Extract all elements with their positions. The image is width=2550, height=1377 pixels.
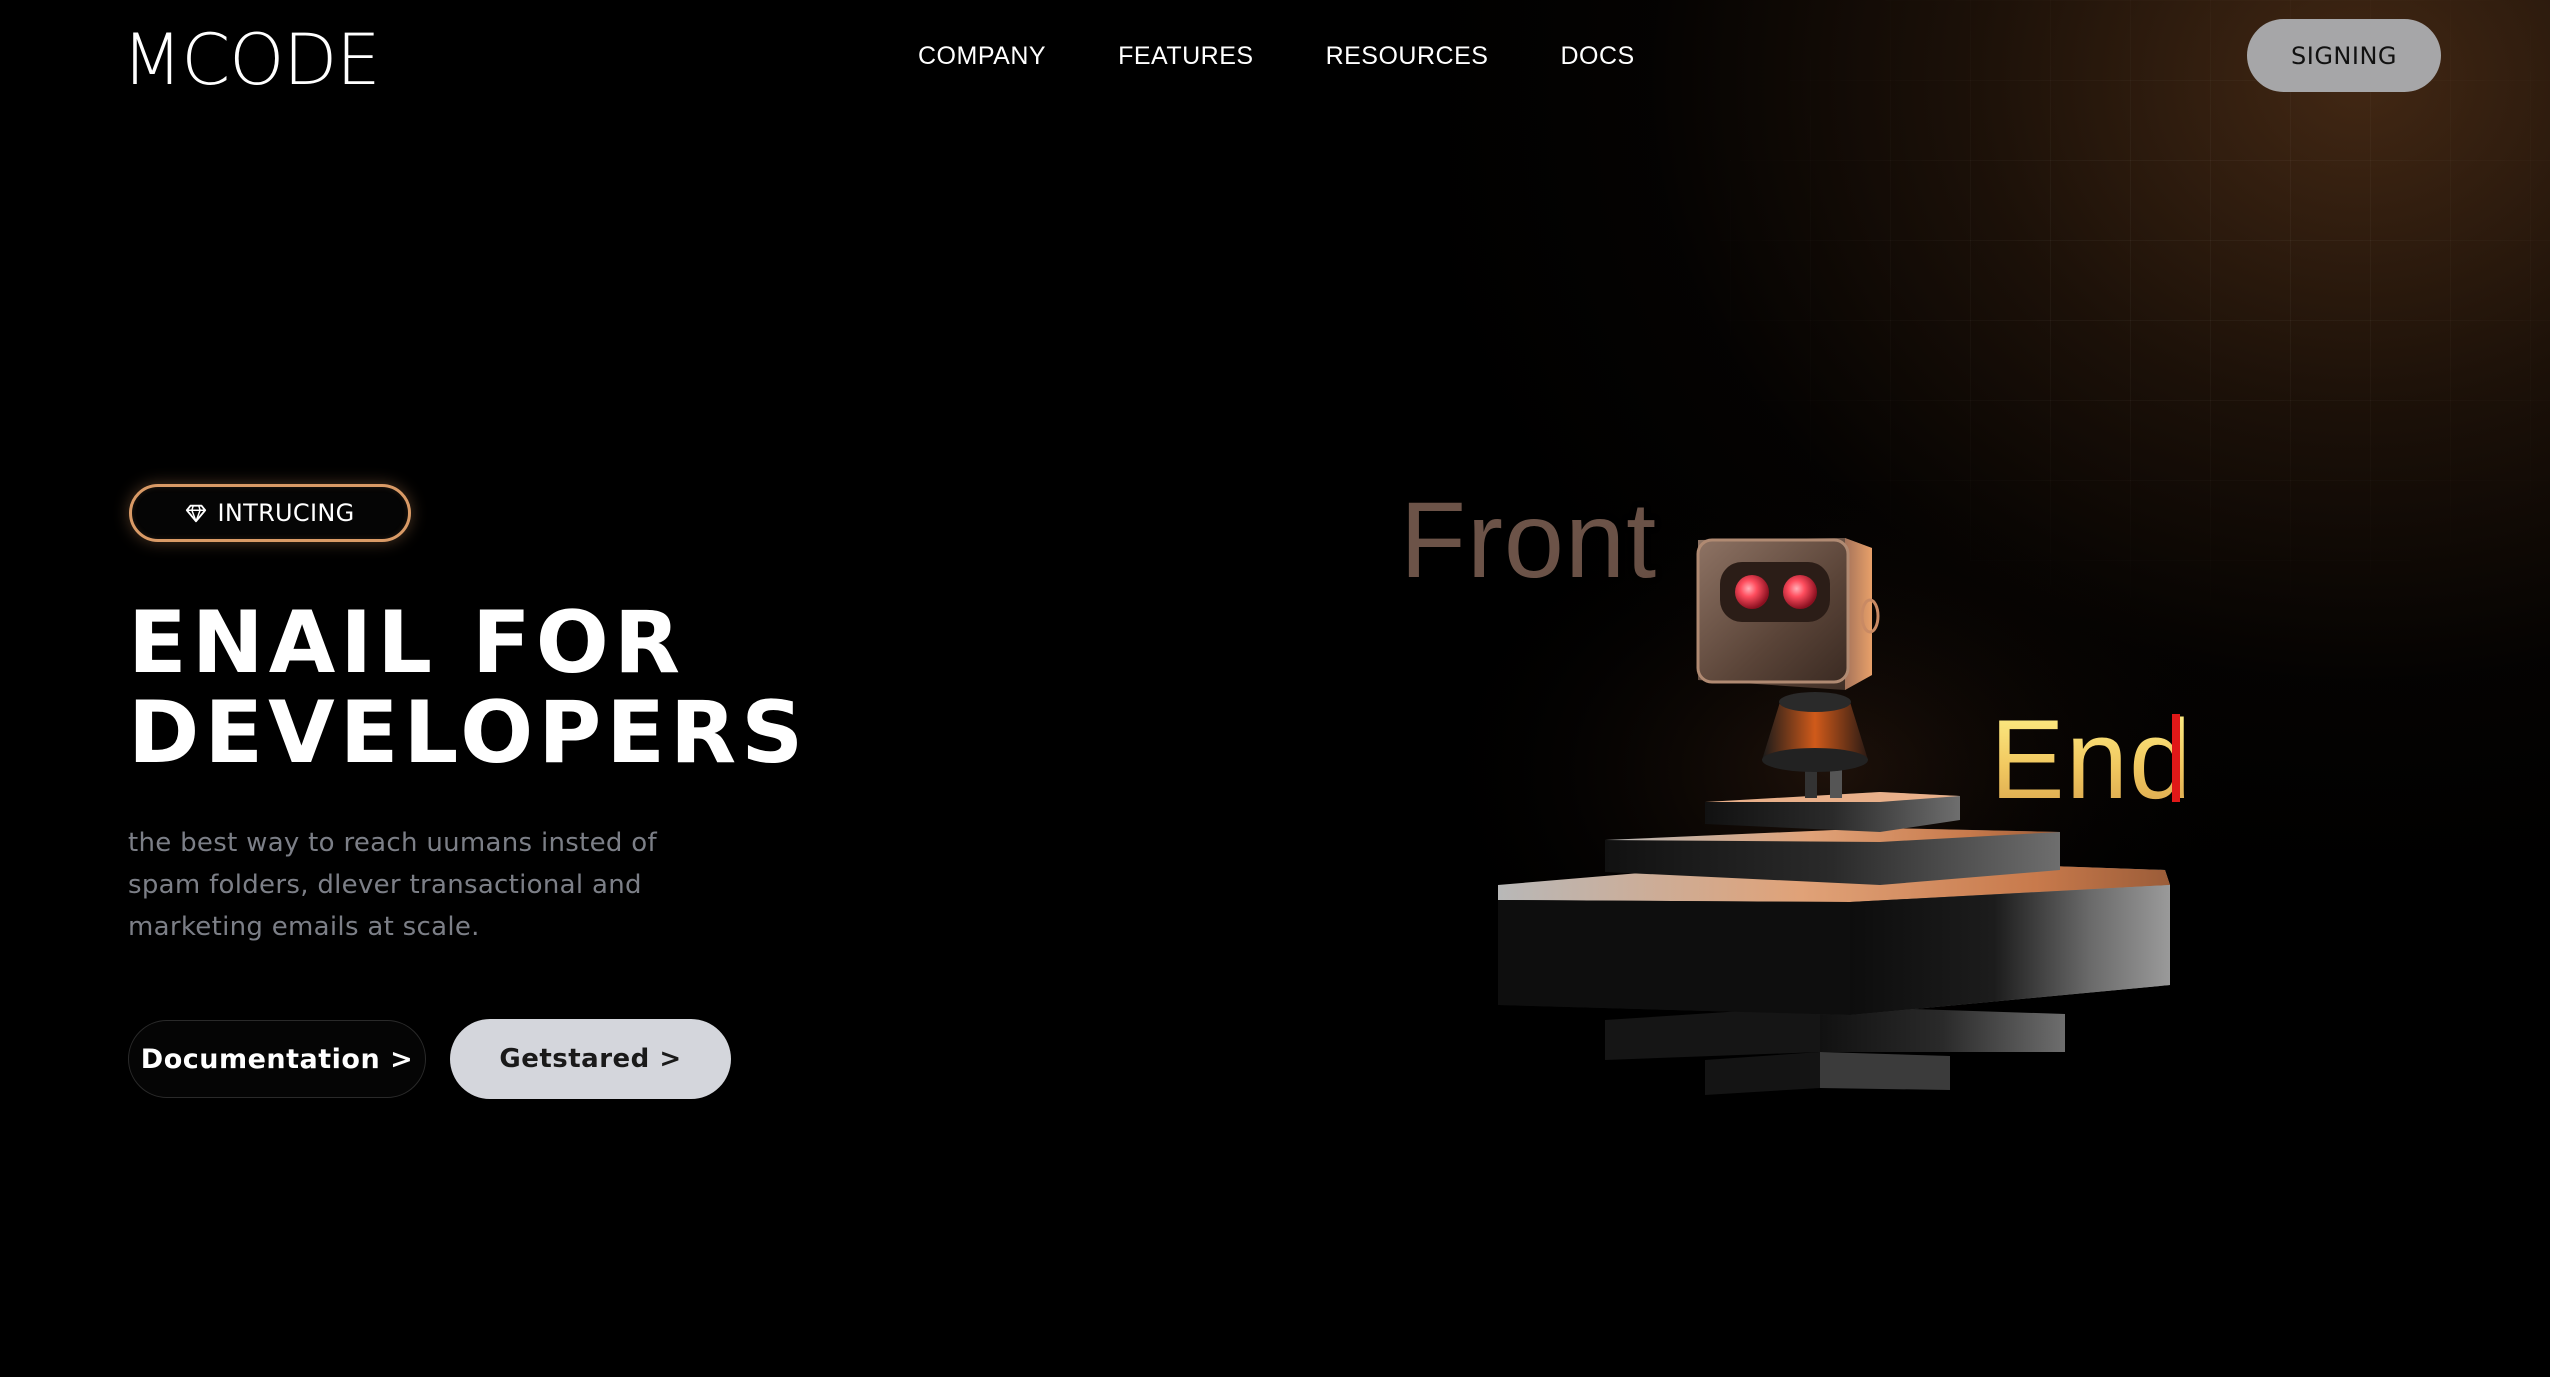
text-cursor — [2172, 714, 2180, 802]
badge-label: INTRUCING — [217, 499, 355, 527]
logo[interactable]: MCODE — [122, 20, 380, 100]
hero-title-line-1: ENAIL FOR — [128, 593, 686, 693]
word-end: End — [1990, 697, 2193, 822]
signin-button[interactable]: SIGNING — [2247, 19, 2441, 92]
hero-description: the best way to reach uumans insted of s… — [128, 828, 657, 942]
nav-item-features[interactable]: FEATURES — [1118, 38, 1254, 74]
nav-item-resources[interactable]: RESOURCES — [1326, 38, 1489, 74]
nav-item-docs[interactable]: DOCS — [1560, 38, 1634, 74]
main-nav: COMPANY FEATURES RESOURCES DOCS — [918, 38, 1707, 74]
get-started-button[interactable]: Getstared > — [450, 1019, 731, 1099]
diamond-icon — [186, 504, 207, 523]
hero-title-line-2: DEVELOPERS — [128, 683, 809, 783]
documentation-button[interactable]: Documentation > — [128, 1020, 426, 1098]
intro-badge[interactable]: INTRUCING — [129, 484, 411, 542]
page: MCODE COMPANY FEATURES RESOURCES DOCS SI… — [0, 0, 2550, 1377]
nav-item-company[interactable]: COMPANY — [918, 38, 1046, 74]
hero-title: ENAIL FOR DEVELOPERS — [128, 598, 808, 778]
